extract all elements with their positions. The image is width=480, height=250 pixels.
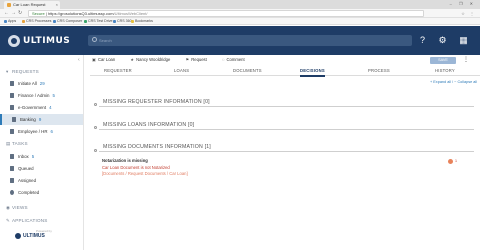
check-circle-icon: [10, 190, 14, 196]
folder-icon: [10, 81, 14, 87]
bookmark-icon: [53, 19, 56, 23]
sidebar-item-finance-admin[interactable]: Finance / Admin 5: [0, 90, 83, 101]
save-button[interactable]: SAVE: [430, 57, 456, 64]
reload-icon[interactable]: ↻: [18, 10, 22, 17]
tab-history[interactable]: HISTORY: [435, 66, 455, 75]
ultimus-logo[interactable]: ULTIMUS: [8, 34, 70, 47]
sidebar-item-assigned[interactable]: Assigned: [0, 175, 83, 186]
browser-tab[interactable]: Car Loan Request ×: [4, 1, 60, 9]
bookmark-icon: [131, 19, 134, 23]
sidebar-item-e-government[interactable]: e-Government 4: [0, 102, 83, 113]
sidebar-section-tasks[interactable]: ▤TASKS: [6, 141, 28, 147]
bookmark-bookmarks[interactable]: Bookmarks: [131, 18, 153, 25]
tab-bar: REQUESTER LOANS DOCUMENTS DECISIONS PROC…: [90, 66, 480, 77]
browser-tab-title: Car Loan Request: [13, 2, 46, 7]
sidebar-section-applications[interactable]: ✎ APPLICATIONS: [6, 218, 48, 224]
apps-icon[interactable]: ▦: [458, 35, 469, 46]
address-bar-row: ← → ↻ Secure | https://grosolutionsQ3.ul…: [0, 9, 480, 18]
sidebar-item-inbox[interactable]: Inbox 5: [0, 151, 83, 162]
sidebar-item-banking[interactable]: Banking 9: [0, 114, 83, 125]
sidebar: ‹ ▾ REQUESTS Initiate All 29 Finance / Adm…: [0, 55, 84, 250]
sidebar-section-views[interactable]: ◉ VIEWS: [6, 205, 28, 211]
breadcrumb-item-car-loan[interactable]: ▣ Car Loan: [92, 57, 122, 62]
expand-collapse-all-link[interactable]: + Expand all / − Collapse all: [430, 80, 477, 84]
queue-icon: [10, 166, 14, 172]
settings-icon[interactable]: ⚙: [437, 35, 448, 46]
bookmark-crs-test-drive[interactable]: CRS Test Drive: [84, 18, 113, 25]
search-placeholder: Search: [99, 38, 112, 43]
sidebar-item-queued[interactable]: Queued: [0, 163, 83, 174]
help-icon[interactable]: ?: [417, 35, 428, 46]
folder-icon: [10, 129, 14, 135]
bookmark-apps[interactable]: Apps: [4, 18, 16, 25]
bookmark-icon: [22, 19, 25, 23]
tab-loans[interactable]: LOANS: [174, 66, 189, 75]
bookmark-crs-processes[interactable]: CRS Processes: [22, 18, 51, 25]
assigned-icon: [10, 178, 14, 184]
flag-icon: ⚑: [185, 57, 190, 62]
section-title-missing-loans[interactable]: MISSING LOANS INFORMATION [0]: [103, 122, 194, 128]
back-icon[interactable]: ←: [4, 10, 9, 17]
window-controls[interactable]: – ❐ ✕: [450, 0, 476, 8]
bookmark-icon: [113, 19, 116, 23]
issue-document-path-link[interactable]: [Documents / Request Documents / Car Loa…: [102, 171, 188, 176]
close-tab-icon[interactable]: ×: [56, 1, 58, 9]
bookmark-icon: [4, 19, 7, 23]
bookmark-crs-360[interactable]: CRS 360: [113, 18, 132, 25]
folder-icon: [10, 93, 14, 99]
url-path: /UltimusWebClient/: [113, 11, 148, 16]
bookmarks-bar: Apps CRS Processes CRS Composer CRS Test…: [0, 18, 480, 25]
forward-icon[interactable]: →: [11, 10, 16, 17]
comment-icon: ◌: [222, 57, 225, 62]
footer-logo-icon: [15, 233, 21, 239]
secure-lock-label: Secure: [32, 11, 45, 16]
section-divider: [99, 106, 474, 107]
tab-documents[interactable]: DOCUMENTS: [233, 66, 262, 75]
more-options-icon[interactable]: ⋮: [463, 56, 469, 64]
section-divider: [99, 129, 474, 130]
sidebar-item-completed[interactable]: Completed: [0, 187, 83, 198]
star-icon: ★: [130, 57, 135, 62]
section-marker-icon: [94, 149, 97, 152]
breadcrumb-item-request[interactable]: ⚑ Request: [185, 57, 213, 62]
section-title-missing-documents[interactable]: MISSING DOCUMENTS INFORMATION [1]: [103, 144, 211, 150]
browser-menu-icons[interactable]: ☆ ⋮: [461, 10, 476, 17]
bookmark-crs-composer[interactable]: CRS Composer: [53, 18, 82, 25]
tab-process[interactable]: PROCESS: [368, 66, 390, 75]
url-host: https://grosolutionsQ3.ultimussp.com: [47, 11, 114, 16]
collapse-sidebar-icon[interactable]: ‹: [78, 57, 80, 63]
search-icon: [92, 37, 97, 42]
issue-count: 1: [455, 159, 457, 163]
section-marker-icon: [94, 126, 97, 129]
issue-description: Car Loan Document is not Notarized: [102, 165, 170, 170]
folder-icon: [10, 105, 14, 111]
warning-icon[interactable]: [448, 159, 453, 164]
tab-decisions[interactable]: DECISIONS: [300, 66, 325, 77]
issue-title: Notarization is missing: [102, 158, 148, 163]
search-input[interactable]: Search: [88, 35, 412, 46]
sidebar-item-initiate-all[interactable]: Initiate All 29: [0, 78, 83, 89]
section-divider: [99, 151, 474, 152]
section-title-missing-requester[interactable]: MISSING REQUESTER INFORMATION [0]: [103, 99, 210, 105]
browser-tab-bar: Car Loan Request × – ❐ ✕: [0, 0, 480, 9]
document-icon: ▣: [92, 57, 96, 62]
breadcrumb-item-requester[interactable]: ★ Nancy Wooldridge: [130, 57, 177, 62]
bookmark-icon: [84, 19, 87, 23]
folder-icon: [12, 117, 16, 123]
inbox-icon: [10, 154, 14, 160]
logo-mark-icon: [8, 34, 20, 47]
favicon-icon: [7, 3, 11, 7]
sidebar-item-employee-hr[interactable]: Employee / HR 6: [0, 126, 83, 137]
tab-requester[interactable]: REQUESTER: [104, 66, 132, 75]
breadcrumb: ▣ Car Loan ★ Nancy Wooldridge ⚑ Request ◌ Co…: [92, 56, 259, 64]
sidebar-section-requests[interactable]: ▾ REQUESTS: [6, 69, 39, 75]
footer-logo: ULTIMUS: [15, 233, 45, 239]
app-header: ULTIMUS Search ? ⚙ ▦: [0, 26, 480, 55]
breadcrumb-item-comment[interactable]: ◌ Comment: [222, 57, 252, 62]
url-field[interactable]: Secure | https://grosolutionsQ3.ultimuss…: [28, 10, 424, 17]
section-marker-icon: [94, 103, 97, 106]
